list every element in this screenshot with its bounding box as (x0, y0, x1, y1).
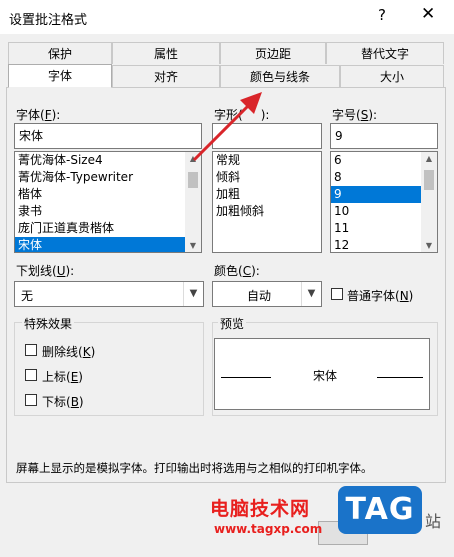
watermark-site-name: 电脑技术网 (210, 498, 311, 520)
tab-label: 字体 (47, 69, 72, 83)
watermark-suffix: 站 (425, 512, 442, 531)
tab-font[interactable]: 字体 (8, 64, 112, 88)
watermark-logo: TAG (338, 486, 422, 534)
watermark-url: www.tagxp.com (214, 522, 323, 536)
